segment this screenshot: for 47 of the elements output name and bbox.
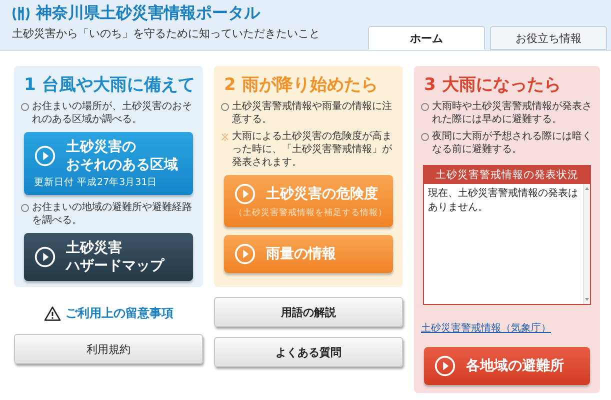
button-label: 土砂災害 ハザードマップ bbox=[66, 239, 164, 275]
instruction-text: お住まいの場所が、土砂災害のおそれのある区域か調べる。 bbox=[32, 100, 193, 126]
section-title: 大雨になったら bbox=[442, 74, 561, 96]
link-button[interactable]: 各地域の避難所 bbox=[424, 347, 590, 385]
nav-tab[interactable]: ホーム bbox=[368, 26, 485, 50]
play-icon bbox=[234, 183, 256, 205]
play-icon bbox=[234, 243, 256, 265]
instruction-text: 大雨による土砂災害の危険度が高まった時に、「土砂災害警戒情報」が発表されます。 bbox=[232, 130, 393, 169]
instruction-text: お住まいの地域の避難所や避難経路を調べる。 bbox=[32, 201, 193, 227]
section-title: 台風や大雨に備えて bbox=[42, 74, 195, 96]
bullet-icon bbox=[421, 103, 429, 111]
section-number: 3 bbox=[424, 75, 436, 95]
bullet-icon bbox=[21, 204, 29, 212]
instruction-text: 夜間に大雨が予想される際には暗くなる前に避難する。 bbox=[432, 130, 593, 156]
link-button[interactable]: 土砂災害 ハザードマップ bbox=[24, 233, 193, 281]
warning-icon bbox=[44, 306, 60, 321]
instruction-text: 大雨時や土砂災害警戒情報が発表された際には早めに避難する。 bbox=[432, 100, 593, 126]
bullet-icon bbox=[21, 103, 29, 111]
bullet-icon bbox=[421, 133, 429, 141]
play-icon bbox=[434, 355, 456, 377]
play-icon bbox=[34, 145, 56, 167]
page-button[interactable]: 利用規約 bbox=[14, 334, 203, 364]
instruction-text: 土砂災害警戒情報や雨量の情報に注意する。 bbox=[232, 100, 393, 126]
page-button[interactable]: 用語の解説 bbox=[214, 297, 403, 327]
notice-link[interactable]: ご利用上の留意事項 bbox=[14, 305, 203, 322]
logo-icon bbox=[12, 6, 30, 22]
status-heading: 土砂災害警戒情報の発表状況 bbox=[434, 168, 580, 183]
button-label: 土砂災害の危険度 bbox=[266, 185, 378, 203]
button-label: 土砂災害の おそれのある区域 bbox=[66, 138, 178, 174]
section-number: 1 bbox=[24, 75, 36, 95]
section-title: 雨が降り始めたら bbox=[242, 74, 378, 96]
nav-tab[interactable]: お役立ち情報 bbox=[490, 26, 607, 50]
site-subtitle: 土砂災害から「いのち」を守るために知っていただきたいこと bbox=[12, 26, 320, 41]
button-label: 各地域の避難所 bbox=[466, 357, 564, 375]
jma-link[interactable]: 土砂災害警戒情報（気象庁） bbox=[421, 321, 593, 335]
link-button[interactable]: 土砂災害の おそれのある区域 更新日付 平成27年3月31日 bbox=[24, 132, 193, 195]
site-title: 神奈川県土砂災害情報ポータル bbox=[36, 3, 260, 24]
bullet-icon bbox=[221, 103, 229, 111]
button-subtext: （土砂災害警戒情報を補足する情報） bbox=[234, 207, 387, 219]
note-mark-icon bbox=[221, 133, 229, 141]
page-button[interactable]: よくある質問 bbox=[214, 337, 403, 367]
section-number: 2 bbox=[224, 75, 236, 95]
scrollbar[interactable] bbox=[582, 184, 590, 304]
play-icon bbox=[34, 246, 56, 268]
button-subtext: 更新日付 平成27年3月31日 bbox=[34, 176, 158, 189]
button-label: 雨量の情報 bbox=[266, 245, 336, 263]
status-message: 現在、土砂災害警戒情報の発表はありません。 bbox=[427, 186, 579, 215]
